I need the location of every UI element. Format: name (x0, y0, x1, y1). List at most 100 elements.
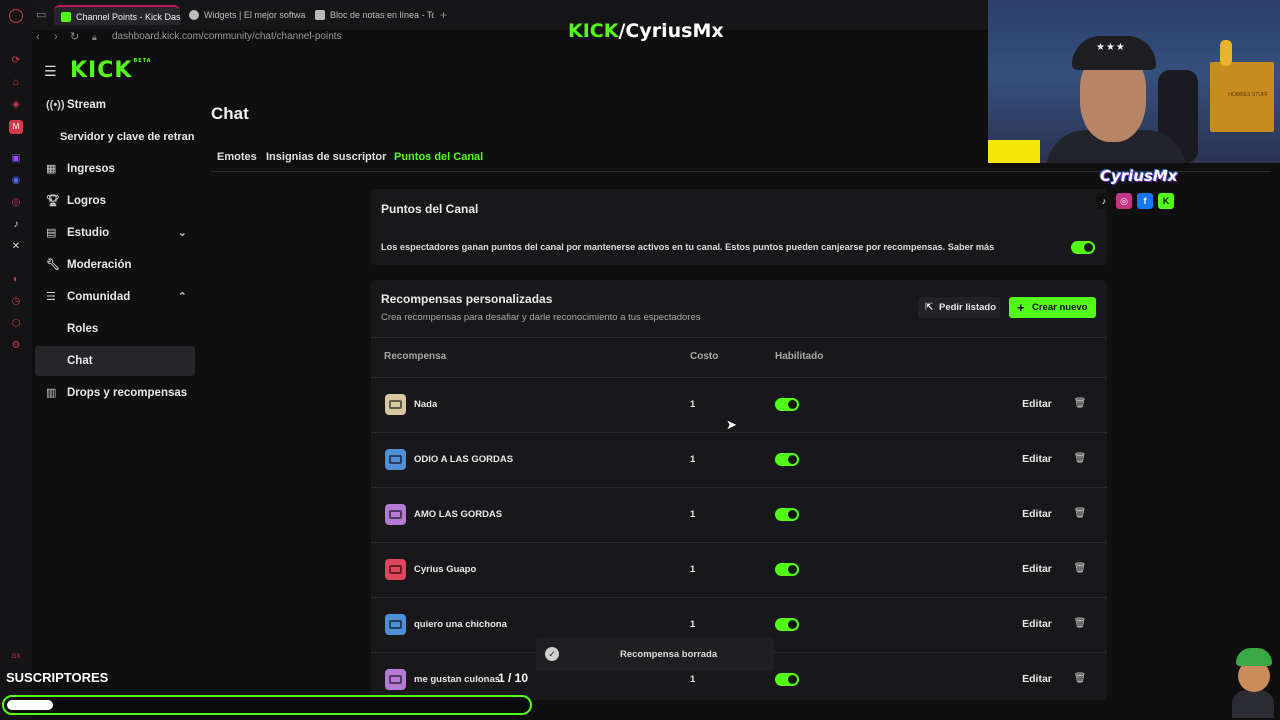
reward-row: Cyrius Guapo 1 Editar 🗑︎ (371, 543, 1107, 598)
edit-button[interactable]: Editar (1014, 668, 1060, 690)
mascot-cap (1236, 648, 1272, 666)
forward-icon[interactable]: › (54, 30, 58, 44)
tab-channel-points[interactable]: Puntos del Canal (394, 151, 483, 163)
edit-button[interactable]: Editar (1014, 558, 1060, 580)
request-list-button[interactable]: ⇱ Pedir listado (918, 297, 1000, 318)
edit-button[interactable]: Editar (1014, 503, 1060, 525)
tiktok-icon[interactable]: ♪ (9, 218, 23, 232)
chevron-up-icon[interactable]: ⌃ (178, 282, 187, 312)
sidebar-item-achievements[interactable]: 🏆︎ Logros (35, 186, 195, 216)
subscribers-label: SUSCRIPTORES (6, 670, 109, 685)
figurine (1220, 40, 1232, 66)
reward-name: AMO LAS GORDAS (414, 509, 503, 520)
column-enabled: Habilitado (775, 351, 824, 362)
reward-enabled-toggle[interactable] (775, 508, 799, 521)
reward-icon (385, 504, 406, 525)
channel-tagline: CyriusMx (1100, 167, 1178, 185)
reward-icon (385, 669, 406, 690)
subscribers-progress-text: 1 / 10 (498, 671, 529, 685)
widgets-favicon-icon (189, 10, 199, 20)
instagram-icon: ◎ (1116, 193, 1132, 209)
sidebar-item-label: Roles (67, 323, 99, 335)
messenger-icon[interactable]: M (9, 120, 23, 134)
trash-icon[interactable]: 🗑︎ (1071, 558, 1089, 580)
trash-icon[interactable]: 🗑︎ (1071, 448, 1089, 470)
tab-overview-icon[interactable]: ▭ (36, 8, 46, 22)
back-icon[interactable]: ‹ (36, 30, 40, 44)
settings-icon[interactable]: ⚙ (9, 339, 23, 353)
url-input[interactable]: dashboard.kick.com/community/chat/channe… (112, 30, 342, 44)
sidebar-item-studio[interactable]: ▤ Estudio ⌄ (35, 218, 195, 248)
sidebar-item-chat[interactable]: Chat (35, 346, 195, 376)
sidebar-item-server-key[interactable]: Servidor y clave de retransm (35, 122, 195, 152)
history-icon[interactable]: ◷ (9, 295, 23, 309)
aria-icon[interactable]: ◈ (9, 98, 23, 112)
shelf-label: HOBBIES STUFF (1228, 92, 1268, 98)
player-icon[interactable]: ◐ (9, 273, 23, 287)
tab-channel-points[interactable]: Channel Points - Kick Das (54, 5, 180, 25)
discord-icon[interactable]: ◉ (9, 174, 23, 188)
sidebar-item-label: Servidor y clave de retransm (60, 131, 195, 143)
broadcast-icon: ((•)) (46, 99, 65, 111)
sidebar-item-label: Stream (67, 99, 106, 111)
webcam-feed: HOBBIES STUFF ★★★ (988, 0, 1280, 163)
reward-name: Nada (414, 399, 438, 410)
column-reward: Recompensa (384, 351, 447, 362)
reward-enabled-toggle[interactable] (775, 673, 799, 686)
brand-channel: /CyriusMx (618, 20, 724, 42)
subscribers-progress-bar (2, 695, 532, 715)
instagram-icon[interactable]: ◎ (9, 196, 23, 210)
kick-logo[interactable]: KICKBETA (70, 58, 152, 83)
sidebar-item-community[interactable]: ☰ Comunidad ⌃ (35, 282, 195, 312)
mascot-body (1232, 690, 1274, 718)
sidebar-item-roles[interactable]: Roles (35, 314, 195, 344)
sidebar-item-label: Chat (67, 355, 93, 367)
menu-icon[interactable]: ☰ (44, 63, 57, 80)
drops-icon: ▥ (46, 387, 57, 399)
address-bar: ‹ › ↻ 🔒︎ dashboard.kick.com/community/ch… (32, 30, 988, 46)
edit-button[interactable]: Editar (1014, 448, 1060, 470)
reward-enabled-toggle[interactable] (775, 398, 799, 411)
speed-dial-icon[interactable]: ⟳ (9, 54, 23, 68)
edit-button[interactable]: Editar (1014, 613, 1060, 635)
new-tab-button[interactable]: + (440, 8, 447, 22)
shopping-icon[interactable]: ⌂ (9, 76, 23, 90)
create-new-button[interactable]: + Crear nuevo (1009, 297, 1096, 318)
tab-subscriber-badges[interactable]: Insignias de suscriptor (266, 151, 386, 163)
reward-enabled-toggle[interactable] (775, 563, 799, 576)
kick-icon: K (1158, 193, 1174, 209)
channel-points-toggle[interactable] (1071, 241, 1095, 254)
toast-message: Recompensa borrada (620, 649, 718, 660)
x-icon[interactable]: ✕ (9, 240, 23, 254)
trash-icon[interactable]: 🗑︎ (1071, 613, 1089, 635)
reward-name: Cyrius Guapo (414, 564, 477, 575)
reward-name: quiero una chichona (414, 619, 507, 630)
twitch-icon[interactable]: ▣ (9, 152, 23, 166)
trash-icon[interactable]: 🗑︎ (1071, 668, 1089, 690)
sidebar-item-stream[interactable]: ((•)) Stream (35, 90, 195, 120)
tab-notepad[interactable]: Bloc de notas en línea - To (308, 5, 434, 25)
tab-emotes[interactable]: Emotes (217, 151, 257, 163)
trash-icon[interactable]: 🗑︎ (1071, 393, 1089, 415)
reward-icon (385, 394, 406, 415)
kick-favicon-icon (61, 12, 71, 22)
sidebar-item-income[interactable]: ▦ Ingresos (35, 154, 195, 184)
reward-enabled-toggle[interactable] (775, 618, 799, 631)
toast-notification: ✓ Recompensa borrada (536, 637, 774, 671)
sidebar-item-moderation[interactable]: 🔧︎ Moderación (35, 250, 195, 280)
sidebar-item-drops[interactable]: ▥ Drops y recompensas (35, 378, 195, 408)
reward-row: Nada 1 Editar 🗑︎ (371, 378, 1107, 433)
edit-button[interactable]: Editar (1014, 393, 1060, 415)
page-title: Chat (211, 104, 249, 123)
chevron-down-icon[interactable]: ⌄ (178, 218, 187, 248)
tab-strip: ▭ Channel Points - Kick Das Widgets | El… (32, 0, 988, 30)
tab-label: Bloc de notas en línea - To (330, 10, 434, 20)
reward-enabled-toggle[interactable] (775, 453, 799, 466)
reward-cost: 1 (690, 619, 696, 630)
trash-icon[interactable]: 🗑︎ (1071, 503, 1089, 525)
extensions-icon[interactable]: ⬡ (9, 317, 23, 331)
cap-stars-icon: ★★★ (1096, 42, 1126, 53)
tab-widgets[interactable]: Widgets | El mejor softwa (182, 5, 306, 25)
opera-icon[interactable] (9, 9, 23, 23)
reload-icon[interactable]: ↻ (70, 30, 79, 44)
